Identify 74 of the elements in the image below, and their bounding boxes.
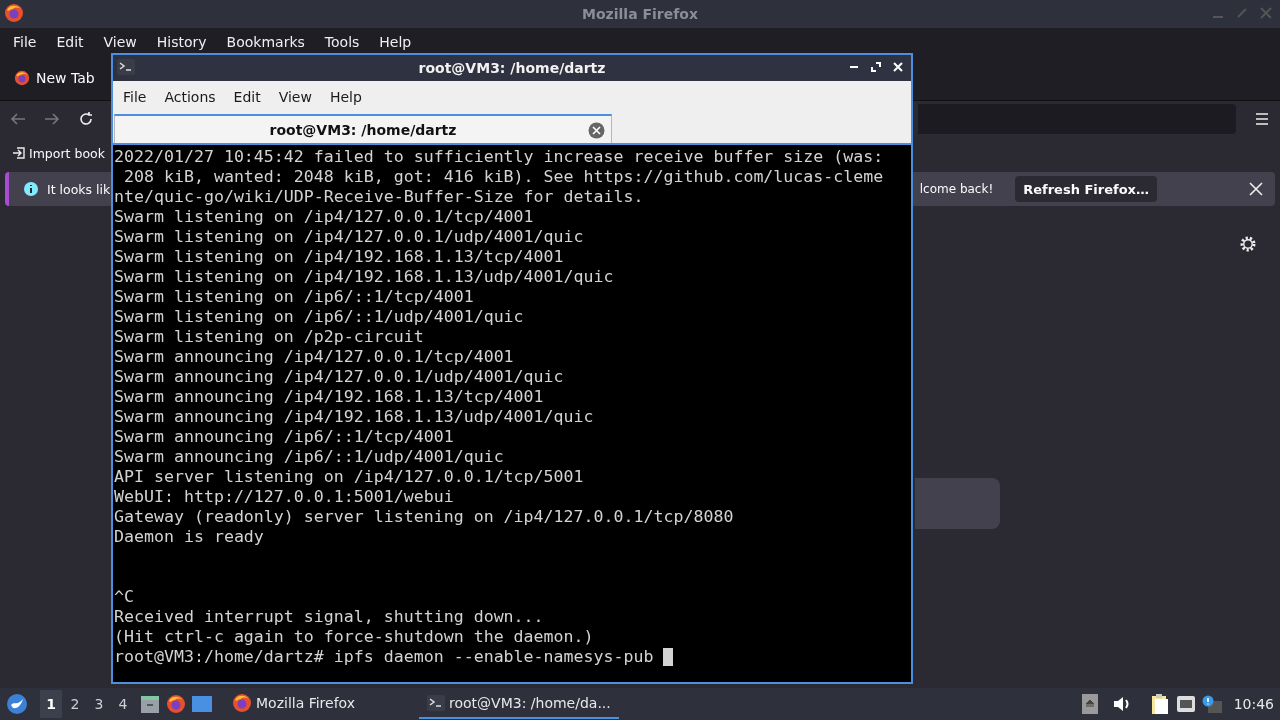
terminal-line: Swarm listening on /ip4/127.0.0.1/tcp/4001 bbox=[114, 207, 534, 227]
menu-item[interactable]: Help bbox=[322, 89, 369, 105]
window-icon[interactable] bbox=[192, 695, 212, 713]
terminal-line: Gateway (readonly) server listening on /ip4/127.0.0.1/tcp/8080 bbox=[114, 507, 734, 527]
terminal-line: Received interrupt signal, shutting down... bbox=[114, 607, 544, 627]
terminal-line: Swarm listening on /ip4/192.168.1.13/udp/4001/quic bbox=[114, 267, 614, 287]
refresh-button[interactable]: Refresh Firefox… bbox=[1015, 176, 1157, 202]
terminal-line: Swarm announcing /ip4/127.0.0.1/tcp/4001 bbox=[114, 347, 514, 367]
terminal-line: Swarm announcing /ip6/::1/tcp/4001 bbox=[114, 427, 454, 447]
terminal-line: Swarm listening on /p2p-circuit bbox=[114, 327, 424, 347]
menu-item[interactable]: Edit bbox=[226, 89, 268, 105]
menu-item[interactable]: Actions bbox=[157, 89, 223, 105]
menu-item[interactable]: Tools bbox=[314, 33, 370, 50]
terminal-line: Swarm announcing /ip4/127.0.0.1/udp/4001/quic bbox=[114, 367, 564, 387]
firefox-icon bbox=[14, 69, 30, 86]
window-title: Mozilla Firefox bbox=[582, 6, 698, 22]
notification-text: It looks lik bbox=[47, 181, 111, 197]
firefox-icon[interactable] bbox=[166, 694, 186, 714]
workspace-button[interactable]: 3 bbox=[88, 690, 110, 718]
menu-item[interactable]: View bbox=[271, 89, 319, 105]
search-field[interactable] bbox=[915, 478, 1000, 529]
taskbar-task[interactable]: root@VM3: /home/da... bbox=[419, 689, 619, 719]
terminal-line: WebUI: http://127.0.0.1:5001/webui bbox=[114, 487, 454, 507]
menu-item[interactable]: Bookmarks bbox=[216, 33, 315, 50]
import-icon bbox=[12, 146, 26, 160]
reload-icon[interactable] bbox=[78, 110, 94, 127]
terminal-line: Swarm announcing /ip6/::1/udp/4001/quic bbox=[114, 447, 504, 467]
menu-item[interactable]: History bbox=[146, 33, 217, 50]
close-icon[interactable] bbox=[588, 122, 605, 139]
menu-item[interactable]: Edit bbox=[46, 33, 94, 50]
back-icon[interactable] bbox=[10, 110, 26, 127]
firefox-icon bbox=[4, 3, 24, 23]
notification-text: lcome back! bbox=[919, 182, 994, 196]
menu-icon[interactable] bbox=[1254, 111, 1270, 126]
clock: 10:46 bbox=[1233, 696, 1274, 712]
settings-icon[interactable] bbox=[1239, 235, 1257, 253]
command-line: root@VM3:/home/dartz# ipfs daemon --enable-namesys-pub bbox=[114, 647, 654, 667]
terminal-line: 208 kiB, wanted: 2048 kiB, got: 416 kiB). See https://github.com/lucas-cleme bbox=[123, 167, 884, 187]
terminal-line: nte/quic-go/wiki/UDP-Receive-Buffer-Size for details. bbox=[114, 187, 644, 207]
terminal-line: Swarm listening on /ip6/::1/tcp/4001 bbox=[114, 287, 474, 307]
menu-item[interactable]: View bbox=[93, 33, 147, 50]
terminal-line: API server listening on /ip4/127.0.0.1/tcp/5001 bbox=[114, 467, 584, 487]
text-cursor bbox=[663, 648, 674, 666]
workspace-button[interactable]: 2 bbox=[64, 690, 86, 718]
menu-item[interactable]: File bbox=[116, 89, 154, 105]
terminal-line: (Hit ctrl-c again to force-shutdown the daemon.) bbox=[114, 627, 594, 647]
terminal-line: 2022/01/27 10:45:42 failed to sufficiently increase receive buffer size (was: bbox=[114, 147, 884, 167]
menu-item[interactable]: Help bbox=[369, 33, 422, 50]
terminal-line: Swarm listening on /ip6/::1/udp/4001/quic bbox=[114, 307, 524, 327]
browser-tab[interactable]: New Tab bbox=[10, 59, 99, 96]
terminal-line: Swarm listening on /ip4/127.0.0.1/udp/4001/quic bbox=[114, 227, 584, 247]
firefox-icon bbox=[232, 693, 252, 713]
info-icon bbox=[23, 181, 39, 197]
network-icon[interactable] bbox=[1175, 695, 1196, 713]
file-cabinet-icon[interactable] bbox=[140, 694, 160, 714]
clipboard-icon[interactable] bbox=[1149, 693, 1170, 715]
terminal-line: Swarm listening on /ip4/192.168.1.13/tcp/4001 bbox=[114, 247, 564, 267]
start-menu-icon[interactable] bbox=[6, 693, 28, 715]
terminal-line: Daemon is ready bbox=[114, 527, 264, 547]
forward-icon[interactable] bbox=[44, 110, 60, 127]
terminal-tab[interactable]: root@VM3: /home/dartz bbox=[114, 114, 612, 143]
eject-icon[interactable] bbox=[1081, 694, 1098, 714]
bookmark-item[interactable]: Import book bbox=[29, 145, 105, 161]
terminal-icon bbox=[427, 695, 446, 711]
terminal-line: Swarm announcing /ip4/192.168.1.13/udp/4001/quic bbox=[114, 407, 594, 427]
taskbar-task[interactable]: Mozilla Firefox bbox=[224, 689, 364, 719]
workspace-button[interactable]: 4 bbox=[112, 690, 134, 718]
workspace-button[interactable]: 1 bbox=[40, 690, 62, 718]
notification-icon[interactable] bbox=[1201, 695, 1222, 713]
terminal-line: ^C bbox=[114, 587, 134, 607]
terminal-icon bbox=[117, 59, 135, 75]
window-title: root@VM3: /home/dartz bbox=[418, 60, 606, 76]
menu-item[interactable]: File bbox=[3, 33, 47, 50]
terminal-line: Swarm announcing /ip4/192.168.1.13/tcp/4001 bbox=[114, 387, 544, 407]
